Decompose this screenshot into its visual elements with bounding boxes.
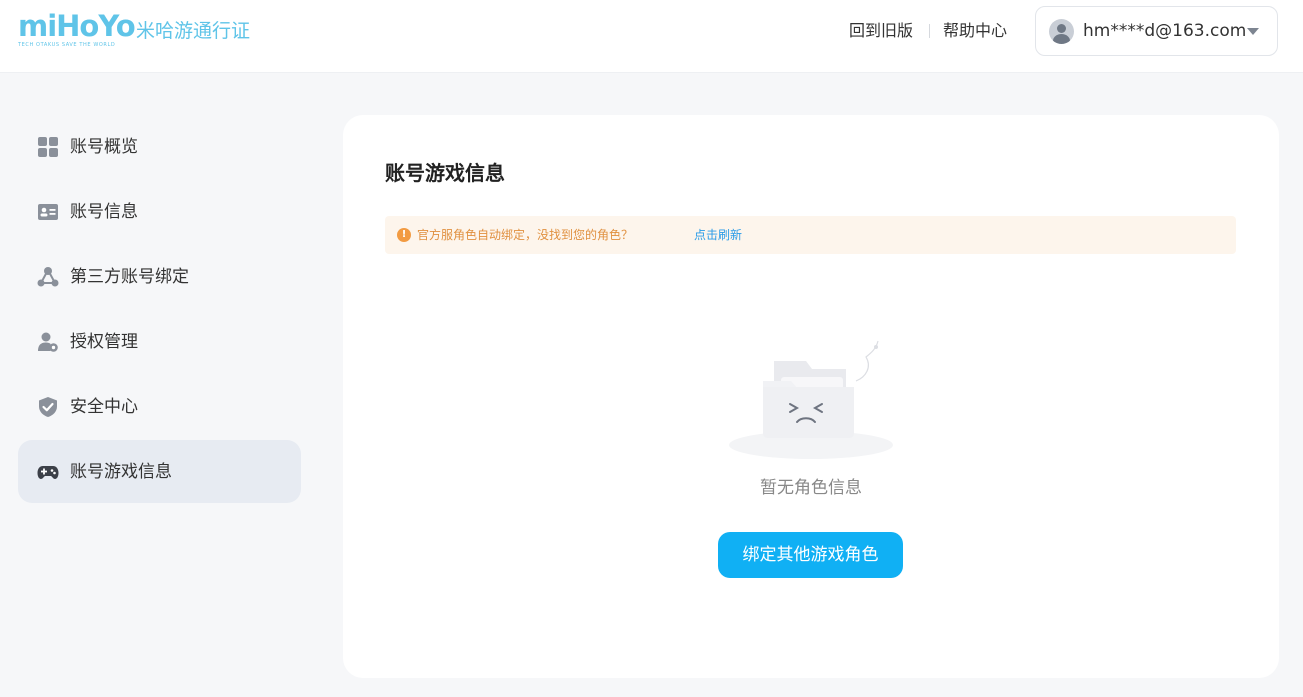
user-gear-icon — [38, 332, 58, 352]
logo-tagline: TECH OTAKUS SAVE THE WORLD — [18, 42, 116, 48]
refresh-link[interactable]: 点击刷新 — [694, 226, 742, 244]
help-center-link[interactable]: 帮助中心 — [943, 20, 1007, 42]
gamepad-icon — [37, 466, 59, 479]
nav-divider — [929, 24, 930, 38]
user-avatar-icon — [1049, 19, 1074, 44]
sidebar-item-account-info[interactable]: 账号信息 — [18, 180, 301, 243]
notice-banner: ! 官方服角色自动绑定，没找到您的角色？ 点击刷新 — [385, 216, 1236, 254]
shield-check-icon — [39, 397, 57, 417]
mihoyo-logo[interactable]: miHoYo TECH OTAKUS SAVE THE WORLD — [18, 9, 136, 52]
sidebar-item-label: 账号信息 — [70, 202, 138, 222]
share-nodes-icon — [37, 267, 59, 287]
caret-down-icon — [1247, 28, 1259, 35]
user-menu[interactable]: hm****d@163.com — [1035, 6, 1278, 56]
id-card-icon — [38, 204, 58, 220]
sidebar-item-third-party-binding[interactable]: 第三方账号绑定 — [18, 245, 301, 308]
sidebar-item-label: 第三方账号绑定 — [70, 267, 189, 287]
sidebar-item-label: 安全中心 — [70, 397, 138, 417]
notice-text: 官方服角色自动绑定，没找到您的角色？ — [417, 228, 634, 242]
grid-icon — [38, 137, 58, 157]
logo-wordmark: miHoYo — [18, 9, 136, 43]
top-header: miHoYo TECH OTAKUS SAVE THE WORLD 米哈游通行证… — [0, 0, 1303, 73]
empty-state-text: 暂无角色信息 — [760, 478, 862, 498]
sidebar-item-account-game-info[interactable]: 账号游戏信息 — [18, 440, 301, 503]
sidebar-item-security-center[interactable]: 安全中心 — [18, 375, 301, 438]
sidebar-item-label: 账号游戏信息 — [70, 462, 172, 482]
sidebar-nav: 账号概览 账号信息 第三方账号绑定 授权管理 安全中心 账号游戏信息 — [18, 115, 301, 505]
page-title: 账号游戏信息 — [385, 161, 505, 185]
sidebar-item-label: 授权管理 — [70, 332, 138, 352]
empty-folder-icon — [729, 340, 893, 459]
brand-name: 米哈游通行证 — [136, 20, 251, 42]
main-content-card: 账号游戏信息 ! 官方服角色自动绑定，没找到您的角色？ 点击刷新 暂无角色信息 … — [343, 115, 1279, 678]
sidebar-item-authorization[interactable]: 授权管理 — [18, 310, 301, 373]
sidebar-item-label: 账号概览 — [70, 137, 138, 157]
back-to-old-version-link[interactable]: 回到旧版 — [849, 20, 913, 42]
user-email: hm****d@163.com — [1083, 21, 1247, 41]
sidebar-item-account-overview[interactable]: 账号概览 — [18, 115, 301, 178]
info-exclamation-icon: ! — [397, 228, 411, 242]
bind-other-game-role-button[interactable]: 绑定其他游戏角色 — [718, 532, 903, 578]
